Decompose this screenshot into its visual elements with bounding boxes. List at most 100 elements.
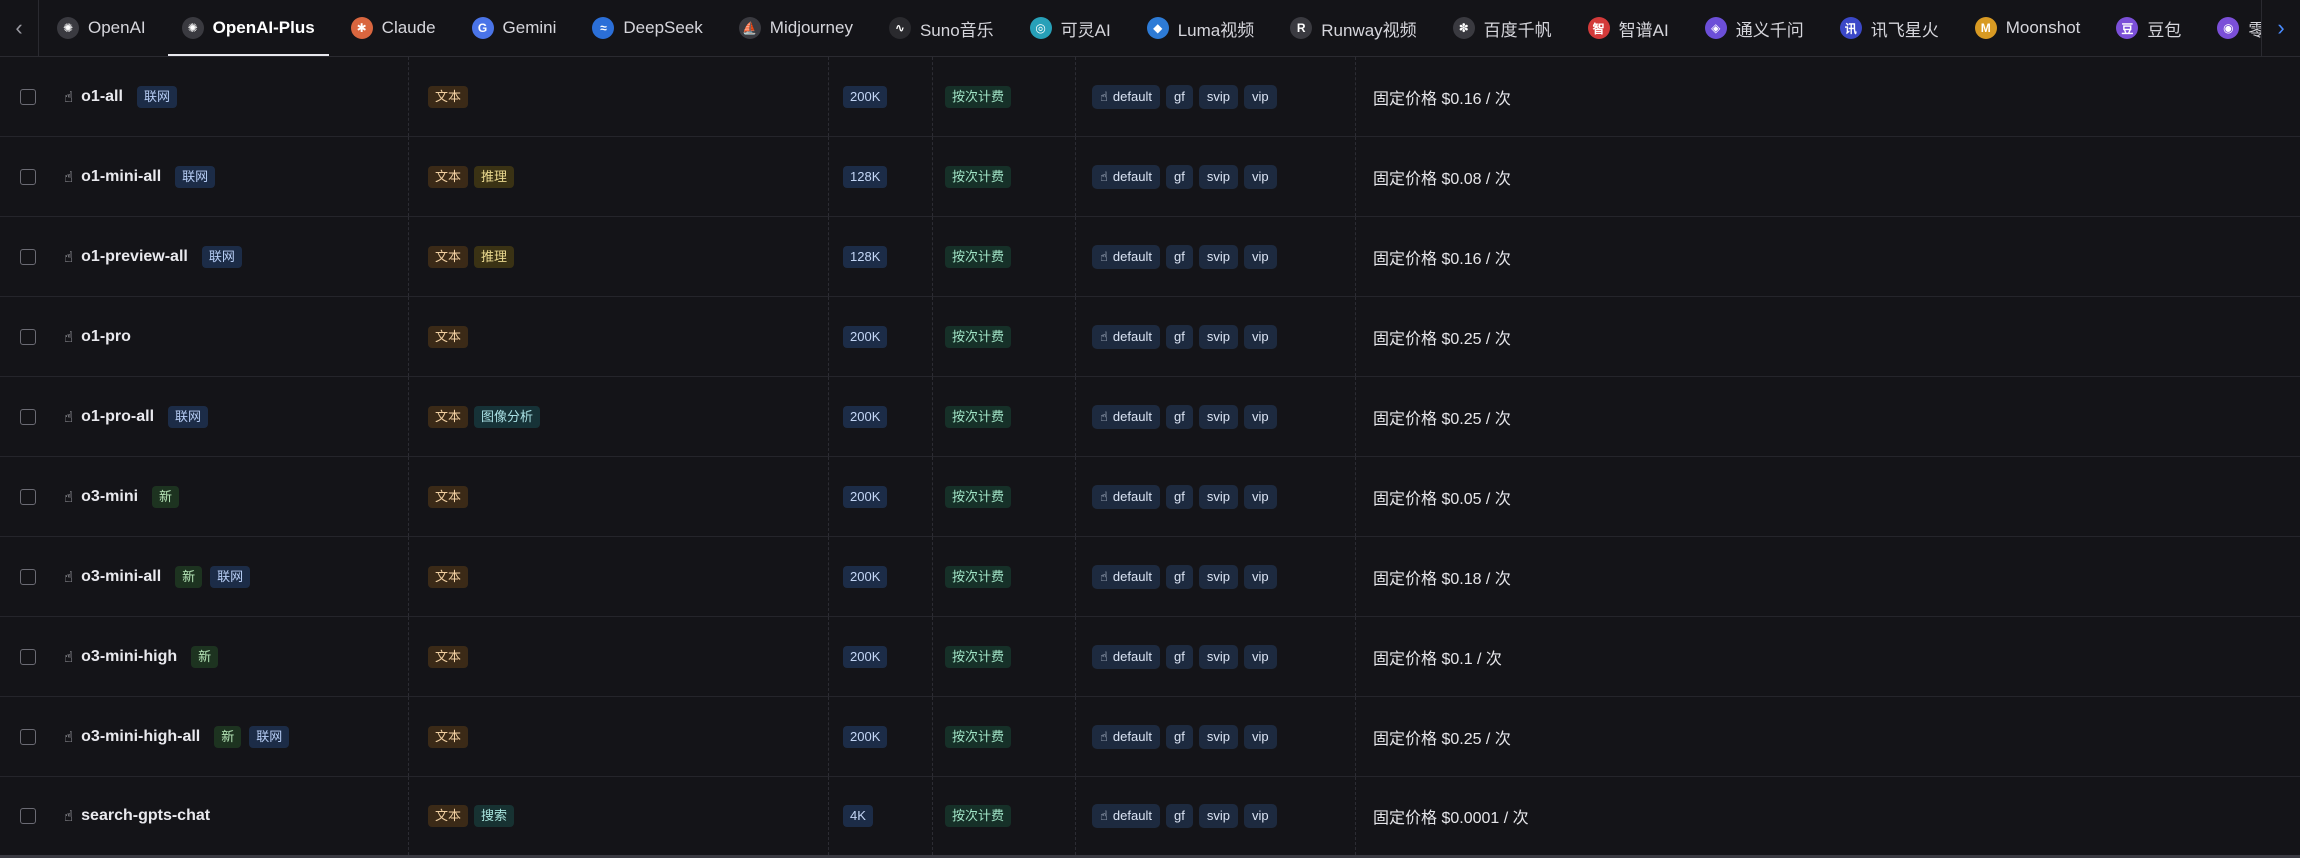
group-tag-vip[interactable]: vip <box>1243 324 1277 349</box>
group-tag-svip[interactable]: svip <box>1198 564 1238 589</box>
tab-provider[interactable]: ✱ Claude <box>333 0 454 56</box>
tab-provider[interactable]: ≈ DeepSeek <box>574 0 720 56</box>
group-tag-vip[interactable]: vip <box>1243 644 1277 669</box>
tab-provider[interactable]: ◈ 通义千问 <box>1687 0 1822 56</box>
pointer-hand-icon[interactable]: ☝ <box>64 568 73 586</box>
model-name[interactable]: o1-pro <box>81 328 131 346</box>
pointer-hand-icon[interactable]: ☝ <box>64 168 73 186</box>
group-tag-svip[interactable]: svip <box>1198 324 1238 349</box>
row-checkbox[interactable] <box>20 88 36 105</box>
group-tag-svip[interactable]: svip <box>1198 804 1238 828</box>
group-tag-vip[interactable]: vip <box>1243 244 1277 269</box>
scroll-left-button[interactable]: ‹ <box>0 0 39 56</box>
tab-provider[interactable]: R Runway视频 <box>1272 0 1434 56</box>
pointer-hand-icon: ☝ <box>1100 488 1108 504</box>
row-checkbox[interactable] <box>20 808 36 824</box>
group-tag-vip[interactable]: vip <box>1243 164 1277 189</box>
pointer-hand-icon[interactable]: ☝ <box>64 248 73 266</box>
group-tag-gf[interactable]: gf <box>1165 564 1193 589</box>
model-name[interactable]: search-gpts-chat <box>81 807 210 825</box>
model-flag-badge: 联网 <box>249 725 290 748</box>
group-tag-svip[interactable]: svip <box>1198 244 1238 269</box>
group-tag-svip[interactable]: svip <box>1198 404 1238 429</box>
row-checkbox[interactable] <box>20 168 36 185</box>
model-name[interactable]: o1-pro-all <box>81 408 154 426</box>
tab-label: Moonshot <box>2005 18 2081 37</box>
tab-provider[interactable]: ✺ OpenAI <box>39 0 164 56</box>
group-tag-gf[interactable]: gf <box>1165 484 1193 509</box>
group-tag-default[interactable]: ☝ default <box>1092 404 1160 429</box>
group-tag-gf[interactable]: gf <box>1165 804 1193 828</box>
group-tag-gf[interactable]: gf <box>1165 724 1193 749</box>
model-flag-badge: 联网 <box>168 405 209 428</box>
group-tag-default[interactable]: ☝ default <box>1092 244 1160 269</box>
row-checkbox[interactable] <box>20 248 36 265</box>
price-cell: 固定价格 $0.16 / 次 <box>1373 217 1511 296</box>
pointer-hand-icon[interactable]: ☝ <box>64 488 73 506</box>
group-tag-default[interactable]: ☝ default <box>1092 564 1160 589</box>
model-name[interactable]: o3-mini-high <box>81 648 177 666</box>
tab-provider[interactable]: ✺ OpenAI-Plus <box>164 0 333 56</box>
pointer-hand-icon[interactable]: ☝ <box>64 648 73 666</box>
group-tag-gf[interactable]: gf <box>1165 244 1193 269</box>
tab-provider[interactable]: ✽ 百度千帆 <box>1435 0 1570 56</box>
table-row: ☝ o3-mini-high 新文本 200K 按次计费 ☝ default gf svip vi… <box>0 617 2300 697</box>
group-tag-default[interactable]: ☝ default <box>1092 724 1160 749</box>
tab-provider[interactable]: M Moonshot <box>1957 0 2099 56</box>
group-tag-default[interactable]: ☝ default <box>1092 644 1160 669</box>
group-tag-vip[interactable]: vip <box>1243 724 1277 749</box>
group-tag-default[interactable]: ☝ default <box>1092 804 1160 828</box>
group-tag-svip[interactable]: svip <box>1198 164 1238 189</box>
row-checkbox[interactable] <box>20 568 36 585</box>
group-tag-gf[interactable]: gf <box>1165 644 1193 669</box>
pointer-hand-icon[interactable]: ☝ <box>64 88 73 106</box>
context-length-badge: 200K <box>843 725 888 748</box>
group-tag-svip[interactable]: svip <box>1198 84 1238 109</box>
group-tag-svip[interactable]: svip <box>1198 644 1238 669</box>
group-tag-default[interactable]: ☝ default <box>1092 324 1160 349</box>
group-tag-gf[interactable]: gf <box>1165 84 1193 109</box>
group-tag-svip[interactable]: svip <box>1198 484 1238 509</box>
pointer-hand-icon[interactable]: ☝ <box>64 328 73 346</box>
tab-provider[interactable]: 智智谱AI <box>1570 0 1687 56</box>
row-checkbox[interactable] <box>20 488 36 505</box>
model-flag-badge: 新 <box>191 645 219 668</box>
tab-provider[interactable]: ◉ 零 <box>2199 0 2261 56</box>
model-name[interactable]: o3-mini <box>81 488 138 506</box>
group-tag-vip[interactable]: vip <box>1243 404 1277 429</box>
tab-label: Runway视频 <box>1321 20 1417 40</box>
model-name[interactable]: o1-all <box>81 88 123 106</box>
pointer-hand-icon[interactable]: ☝ <box>64 807 73 825</box>
tab-provider[interactable]: 豆豆包 <box>2098 0 2199 56</box>
group-tag-default[interactable]: ☝ default <box>1092 84 1160 109</box>
group-tag-vip[interactable]: vip <box>1243 84 1277 109</box>
group-tag-default[interactable]: ☝ default <box>1092 484 1160 509</box>
group-tag-vip[interactable]: vip <box>1243 804 1277 828</box>
group-tag-vip[interactable]: vip <box>1243 564 1277 589</box>
row-checkbox[interactable] <box>20 408 36 425</box>
group-tag-gf[interactable]: gf <box>1165 324 1193 349</box>
price-cell: 固定价格 $0.25 / 次 <box>1373 377 1511 456</box>
model-name[interactable]: o3-mini-high-all <box>81 728 200 746</box>
row-checkbox[interactable] <box>20 728 36 745</box>
tab-provider[interactable]: ◆ Luma视频 <box>1129 0 1273 56</box>
scroll-right-button[interactable]: › <box>2261 0 2300 56</box>
group-tag-default[interactable]: ☝ default <box>1092 164 1160 189</box>
tab-provider[interactable]: G Gemini <box>454 0 575 56</box>
model-name[interactable]: o1-preview-all <box>81 248 188 266</box>
tab-provider[interactable]: ⛵ Midjourney <box>721 0 871 56</box>
group-tag-svip[interactable]: svip <box>1198 724 1238 749</box>
model-name[interactable]: o1-mini-all <box>81 168 161 186</box>
model-cell: ☝ o3-mini-high-all 新联网 <box>64 697 295 776</box>
model-name[interactable]: o3-mini-all <box>81 568 161 586</box>
group-tag-gf[interactable]: gf <box>1165 164 1193 189</box>
tab-provider[interactable]: ◎ 可灵AI <box>1012 0 1129 56</box>
group-tag-gf[interactable]: gf <box>1165 404 1193 429</box>
tab-provider[interactable]: ∿ Suno音乐 <box>871 0 1012 56</box>
group-tag-vip[interactable]: vip <box>1243 484 1277 509</box>
pointer-hand-icon[interactable]: ☝ <box>64 728 73 746</box>
row-checkbox[interactable] <box>20 328 36 345</box>
pointer-hand-icon[interactable]: ☝ <box>64 408 73 426</box>
row-checkbox[interactable] <box>20 648 36 665</box>
tab-provider[interactable]: 讯讯飞星火 <box>1822 0 1957 56</box>
